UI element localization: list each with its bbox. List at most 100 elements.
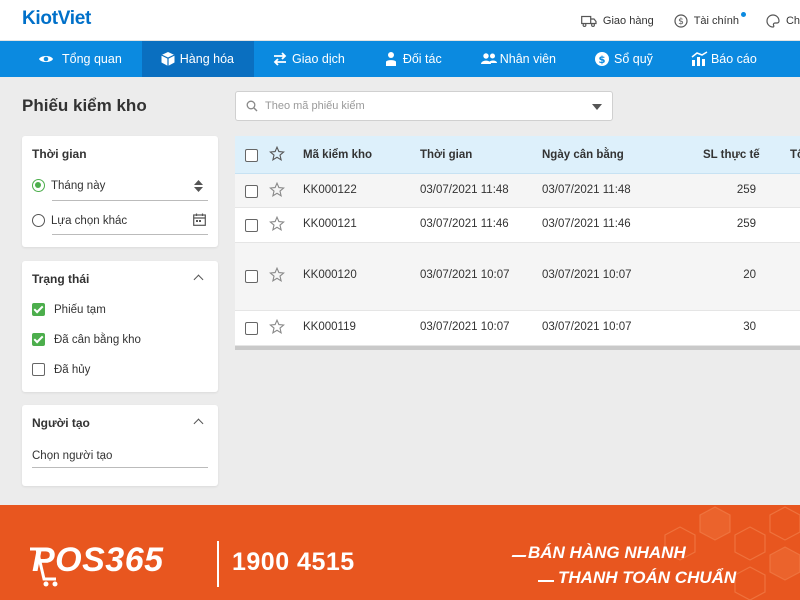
page-title: Phiếu kiểm kho: [22, 96, 147, 115]
column-header-code[interactable]: Mã kiểm kho: [303, 149, 372, 161]
svg-text:$: $: [678, 17, 684, 27]
row-checkbox[interactable]: [245, 270, 258, 283]
nav-item-overview[interactable]: Tổng quan: [0, 41, 142, 77]
search-placeholder: Theo mã phiếu kiểm: [265, 100, 365, 112]
chart-icon: [691, 51, 708, 66]
radio-this-month-label: Tháng này: [51, 179, 106, 192]
users-icon: [480, 53, 497, 64]
cell-actual-qty: 259: [736, 184, 756, 196]
column-header-time[interactable]: Thời gian: [420, 149, 472, 161]
banner-divider: [217, 541, 219, 587]
cell-balance-date: 03/07/2021 11:48: [542, 184, 631, 196]
promo-banner: POS365 1900 4515 BÁN HÀNG NHANH THANH TO…: [0, 505, 800, 600]
svg-text:$: $: [599, 55, 606, 66]
dollar-icon: $: [674, 13, 688, 28]
field-underline: [52, 200, 208, 201]
row-checkbox[interactable]: [245, 322, 258, 335]
radio-this-month[interactable]: Tháng này: [32, 179, 105, 192]
column-header-balance-date[interactable]: Ngày cân bằng: [542, 149, 624, 161]
cell-balance-date: 03/07/2021 10:07: [542, 269, 632, 281]
exchange-icon: [273, 52, 287, 66]
sort-icon[interactable]: [194, 180, 203, 192]
tagline-accent-line: [511, 555, 527, 557]
box-icon: [161, 52, 175, 66]
kiotviet-logo[interactable]: KiotViet: [22, 8, 91, 30]
checkbox[interactable]: [32, 333, 45, 346]
star-icon[interactable]: [269, 182, 285, 198]
collapse-chevron-icon[interactable]: [193, 418, 204, 429]
cell-time: 03/07/2021 11:46: [420, 218, 509, 230]
nav-item-label: Nhân viên: [499, 52, 557, 66]
cell-time: 03/07/2021 11:48: [420, 184, 509, 196]
top-link-theme[interactable]: Ch: [766, 13, 800, 28]
star-icon[interactable]: [269, 267, 285, 283]
row-checkbox[interactable]: [245, 185, 258, 198]
column-header-total[interactable]: Tổ: [790, 149, 800, 161]
field-underline: [32, 467, 208, 468]
top-header: KiotViet Giao hàng $ Tài chính Ch: [0, 0, 800, 41]
collapse-chevron-icon[interactable]: [193, 274, 204, 285]
user-icon: [385, 52, 396, 66]
calendar-icon[interactable]: [193, 213, 206, 226]
creator-select[interactable]: Chọn người tạo: [32, 450, 112, 462]
nav-item-label: Tổng quan: [62, 52, 122, 66]
star-icon[interactable]: [269, 216, 285, 232]
select-all-checkbox[interactable]: [245, 149, 258, 162]
star-icon[interactable]: [269, 319, 285, 335]
table-row[interactable]: KK000122 03/07/2021 11:48 03/07/2021 11:…: [235, 174, 800, 208]
top-link-label: Ch: [785, 14, 800, 27]
hotline-number: 1900 4515: [232, 548, 355, 576]
field-underline: [52, 234, 208, 235]
top-links: Giao hàng $ Tài chính Ch: [561, 0, 800, 41]
search-input[interactable]: Theo mã phiếu kiểm: [235, 91, 613, 121]
status-option-cancelled[interactable]: Đã hủy: [32, 363, 90, 376]
nav-item-employees[interactable]: Nhân viên: [462, 41, 576, 77]
nav-item-transactions[interactable]: Giao dịch: [254, 41, 365, 77]
nav-item-reports[interactable]: Báo cáo: [673, 41, 777, 77]
eye-icon: [39, 56, 53, 62]
nav-item-partners[interactable]: Đối tác: [365, 41, 462, 77]
status-option-label: Phiếu tạm: [54, 303, 106, 316]
cell-balance-date: 03/07/2021 11:46: [542, 218, 631, 230]
column-header-actual-qty[interactable]: SL thực tế: [703, 149, 760, 161]
top-link-label: Giao hàng: [602, 14, 654, 27]
radio-indicator[interactable]: [32, 179, 45, 192]
table-header: Mã kiểm kho Thời gian Ngày cân bằng SL t…: [235, 136, 800, 174]
filter-status-panel: Trạng thái Phiếu tạm Đã cân bằng kho Đã …: [22, 261, 218, 392]
filter-creator-title: Người tạo: [32, 416, 90, 430]
nav-item-cashbook[interactable]: $ Sổ quỹ: [576, 41, 673, 77]
cell-balance-date: 03/07/2021 10:07: [542, 321, 632, 333]
table-row[interactable]: KK000120 03/07/2021 10:07 03/07/2021 10:…: [235, 243, 800, 311]
search-dropdown-caret-icon[interactable]: [592, 104, 602, 110]
cell-code: KK000119: [303, 321, 356, 333]
star-icon[interactable]: [269, 146, 285, 162]
top-link-delivery[interactable]: Giao hàng: [581, 15, 654, 27]
cell-code: KK000120: [303, 269, 357, 281]
horizontal-scrollbar[interactable]: [235, 346, 800, 350]
pos365-logo: POS365: [32, 541, 164, 579]
cell-code: KK000122: [303, 184, 357, 196]
dollar-circle-icon: $: [595, 52, 610, 66]
nav-item-label: Hàng hóa: [179, 52, 234, 66]
status-option-balanced[interactable]: Đã cân bằng kho: [32, 333, 141, 346]
search-icon: [246, 100, 258, 112]
checkbox[interactable]: [32, 303, 45, 316]
table-row[interactable]: KK000119 03/07/2021 10:07 03/07/2021 10:…: [235, 311, 800, 346]
status-option-draft[interactable]: Phiếu tạm: [32, 303, 106, 316]
top-link-finance[interactable]: $ Tài chính: [674, 12, 746, 28]
status-option-label: Đã cân bằng kho: [54, 333, 141, 346]
cell-code: KK000121: [303, 218, 357, 230]
nav-item-label: Đối tác: [402, 52, 442, 66]
checkbox[interactable]: [32, 363, 45, 376]
tagline-line-2: THANH TOÁN CHUẨN: [558, 568, 737, 587]
top-link-label: Tài chính: [693, 14, 739, 27]
nav-item-products[interactable]: Hàng hóa: [141, 41, 254, 77]
nav-item-label: Giao dịch: [292, 52, 345, 66]
radio-custom-range[interactable]: Lựa chọn khác: [32, 214, 127, 227]
filter-status-title: Trạng thái: [32, 272, 90, 286]
nav-item-label: Sổ quỹ: [614, 52, 653, 66]
table-row[interactable]: KK000121 03/07/2021 11:46 03/07/2021 11:…: [235, 208, 800, 243]
cell-actual-qty: 20: [743, 269, 756, 281]
row-checkbox[interactable]: [245, 219, 258, 232]
radio-indicator[interactable]: [32, 214, 45, 227]
